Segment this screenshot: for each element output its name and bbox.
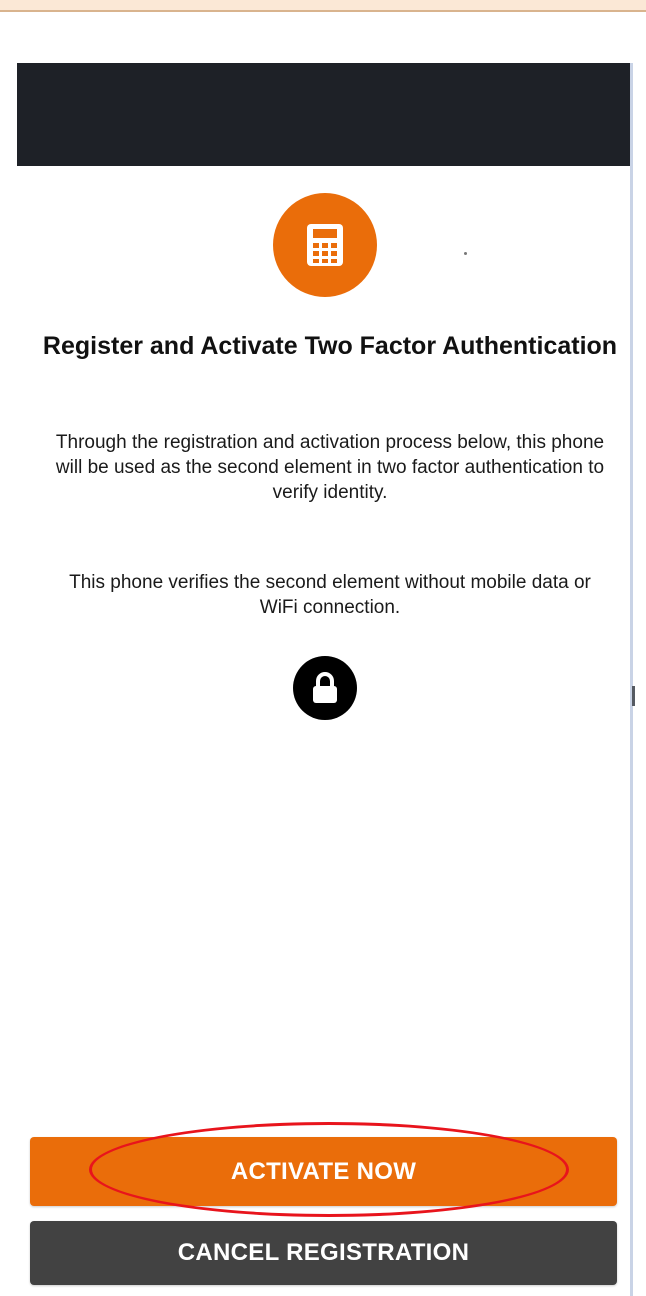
cancel-registration-button[interactable]: CANCEL REGISTRATION (30, 1221, 617, 1285)
cancel-registration-label: CANCEL REGISTRATION (177, 1239, 470, 1266)
top-banner (0, 0, 646, 12)
decorative-dot (464, 252, 467, 255)
calculator-icon (273, 193, 377, 297)
page-title: Register and Activate Two Factor Authent… (42, 332, 618, 360)
description-registration: Through the registration and activation … (55, 432, 605, 503)
activate-now-label: ACTIVATE NOW (230, 1157, 417, 1185)
app-bar (17, 63, 630, 166)
activate-now-button[interactable]: ACTIVATE NOW (30, 1137, 617, 1206)
lock-icon (293, 656, 357, 720)
scroll-indicator (632, 686, 635, 706)
description-offline: This phone verifies the second element w… (69, 572, 591, 618)
